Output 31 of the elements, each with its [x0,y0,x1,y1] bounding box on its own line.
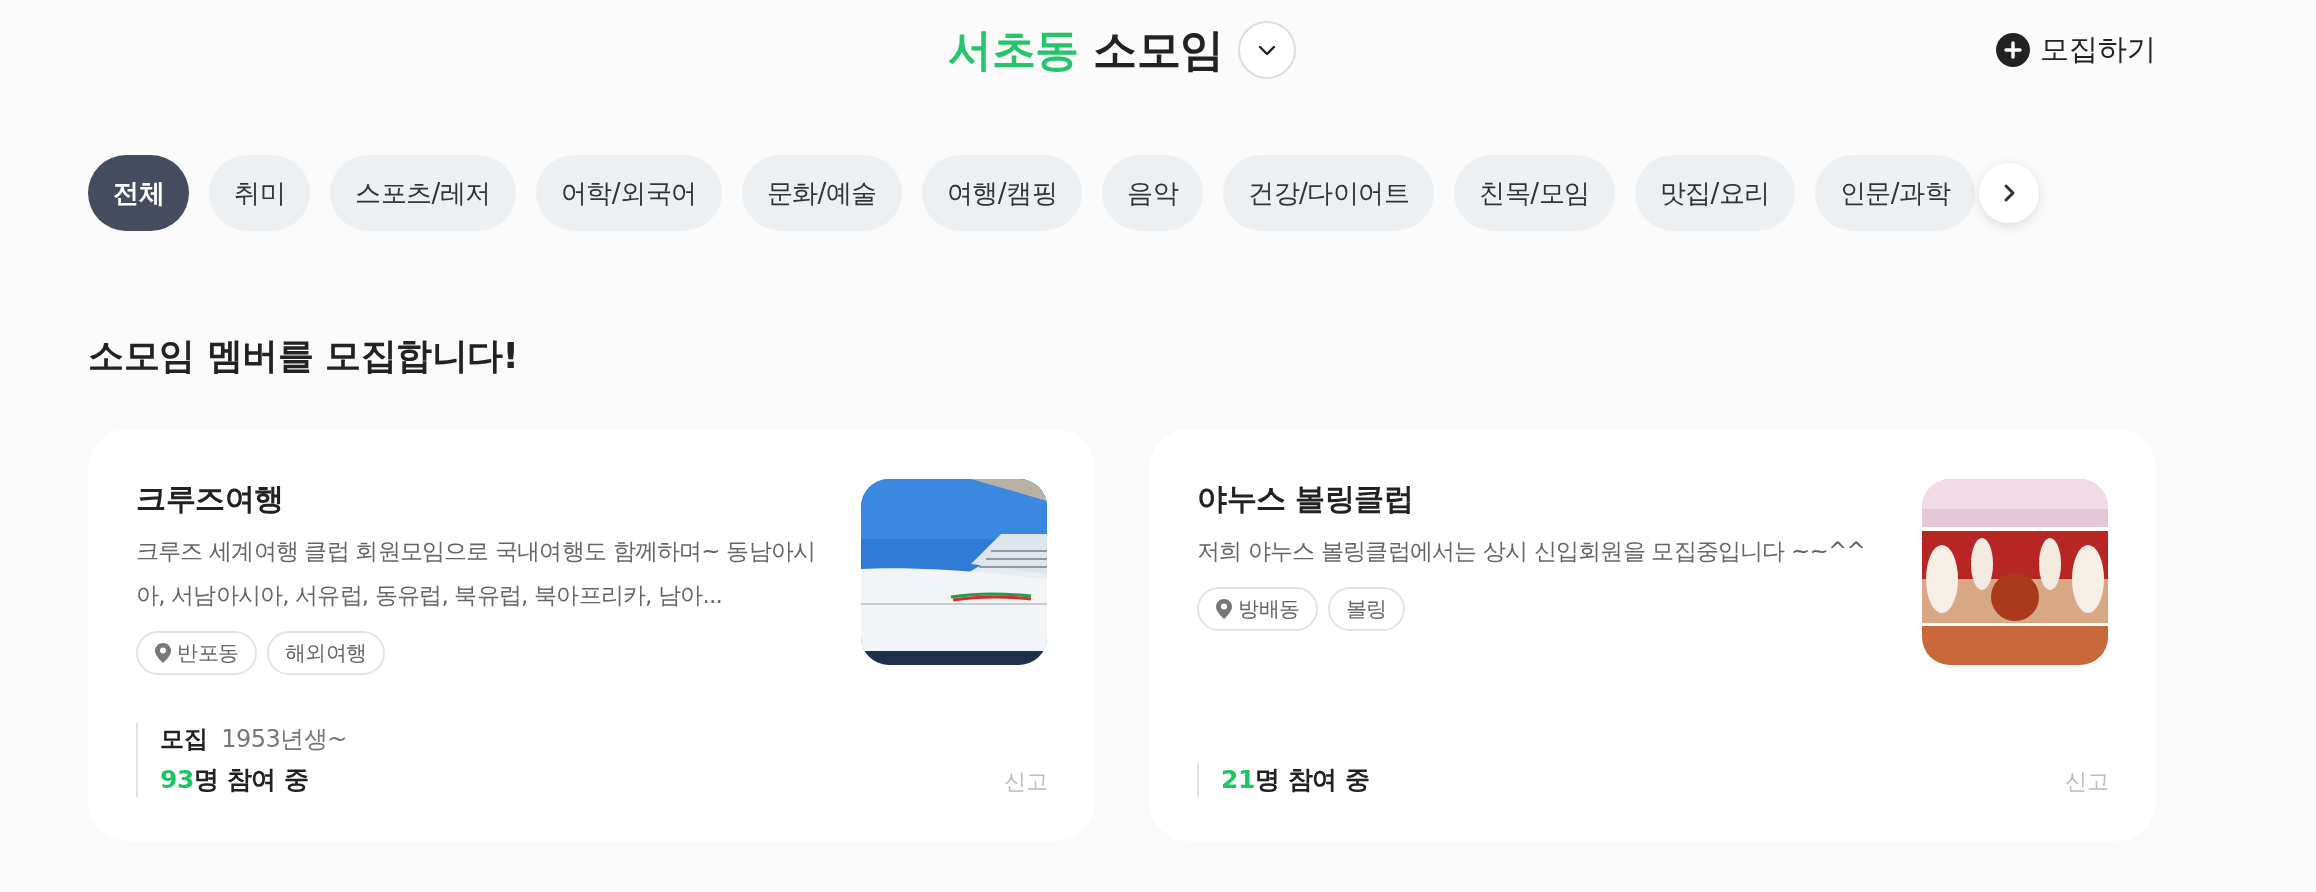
page-title: 서초동 소모임 [948,22,1224,77]
category-chip[interactable]: 음악 [1102,155,1204,231]
group-name: 크루즈여행 [136,480,285,518]
recruit-info: 모집 1953년생~ [160,724,347,755]
plus-icon [1996,33,2030,67]
location-pin-icon [1215,598,1233,620]
category-chip[interactable]: 맛집/요리 [1634,155,1795,231]
group-card[interactable]: 야누스 볼링클럽 저희 야누스 볼링클럽에서는 상시 신입회원을 모집중입니다 ~~^^ 방배동 볼링 21명 참여 중 신고 [1149,429,2156,841]
group-card[interactable]: 크루즈여행 크루즈 세계여행 클럽 회원모임으로 국내여행도 함께하며~ 동남아시아, 서남아시아, 서유럽, 동유럽, 북유럽, 북아프리카, 남아... 반포동 해외여행 모집 1953년생~ 93명 참여 중 신고 [88,429,1095,841]
location-pin-icon [154,642,172,664]
category-tag: 해외여행 [266,631,385,675]
category-chip[interactable]: 건강/다이어트 [1223,155,1435,231]
category-chip[interactable]: 어학/외국어 [535,155,722,231]
category-chip[interactable]: 취미 [209,155,310,231]
category-chip[interactable]: 여행/캠핑 [921,155,1083,231]
group-description: 저희 야누스 볼링클럽에서는 상시 신입회원을 모집중입니다 ~~^^ [1197,537,1866,566]
category-chip[interactable]: 스포츠/레저 [330,155,516,231]
group-name: 야누스 볼링클럽 [1197,480,1415,518]
scroll-right-button[interactable] [1979,163,2040,223]
member-count: 93명 참여 중 [160,764,310,796]
member-count: 21명 참여 중 [1221,764,1370,796]
section-title: 소모임 멤버를 모집합니다! [88,334,520,378]
location-tag: 방배동 [1197,587,1318,631]
category-tag: 볼링 [1327,587,1405,631]
category-chip[interactable]: 친목/모임 [1454,155,1615,231]
category-chip[interactable]: 문화/예술 [741,155,902,231]
create-button[interactable]: 모집하기 [1996,30,2156,70]
group-description: 크루즈 세계여행 클럽 회원모임으로 국내여행도 함께하며~ 동남아시아, 서남아시아, 서유럽, 동유럽, 북유럽, 북아프리카, 남아... [136,537,817,610]
category-chip[interactable]: 전체 [88,155,189,231]
category-chip[interactable]: 인문/과학 [1814,155,1976,231]
location-tag: 반포동 [136,631,257,675]
